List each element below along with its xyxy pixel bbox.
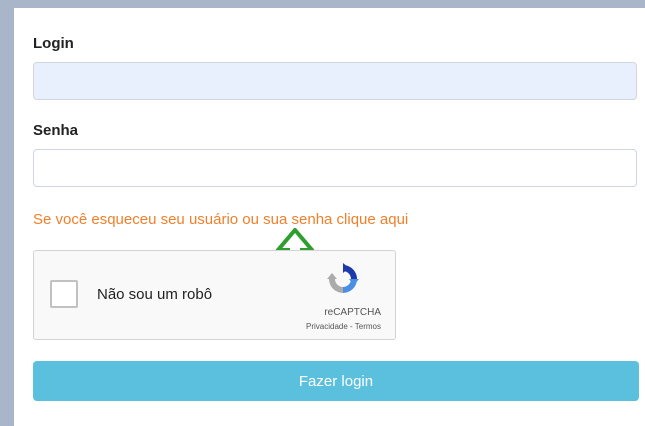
links-separator: - <box>347 322 355 331</box>
forgot-credentials-link[interactable]: Se você esqueceu seu usuário ou sua senh… <box>33 211 408 228</box>
login-submit-label: Fazer login <box>298 372 374 390</box>
recaptcha-brand: reCAPTCHA <box>324 307 381 318</box>
recaptcha-widget: Não sou um robô reCAPTCHA Privacidade - … <box>33 250 396 340</box>
login-form-panel: Login Senha Se você esqueceu seu usuário… <box>14 8 645 426</box>
login-label: Login <box>33 35 74 52</box>
senha-label: Senha <box>33 122 79 139</box>
login-input[interactable] <box>33 62 637 100</box>
recaptcha-checkbox-label: Não sou um robô <box>97 286 213 303</box>
recaptcha-links: Privacidade - Termos <box>306 322 381 331</box>
senha-input[interactable] <box>33 149 637 187</box>
recaptcha-checkbox[interactable] <box>50 280 78 308</box>
recaptcha-logo-icon <box>327 263 359 293</box>
terms-link[interactable]: Termos <box>355 322 381 331</box>
login-submit-button[interactable]: Fazer login <box>33 361 639 401</box>
privacy-link[interactable]: Privacidade <box>306 322 348 331</box>
